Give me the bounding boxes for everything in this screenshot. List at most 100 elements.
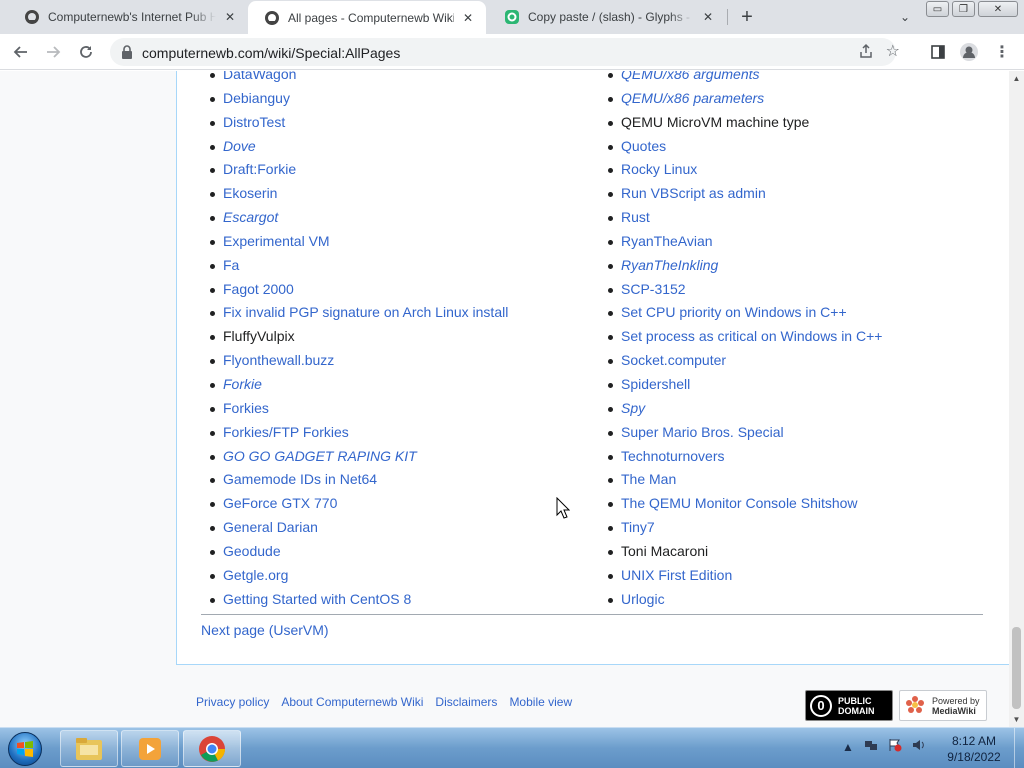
page-link[interactable]: Super Mario Bros. Special: [621, 424, 784, 440]
new-tab-button[interactable]: +: [736, 6, 758, 28]
reload-button[interactable]: [73, 40, 99, 64]
page-link[interactable]: Forkies: [223, 400, 269, 416]
page-link[interactable]: GeForce GTX 770: [223, 495, 337, 511]
page-link[interactable]: Draft:Forkie: [223, 161, 296, 177]
page-link[interactable]: Technoturnovers: [621, 448, 725, 464]
share-icon[interactable]: [858, 43, 874, 62]
forward-button[interactable]: [40, 40, 66, 64]
page-link[interactable]: Socket.computer: [621, 352, 726, 368]
page-link[interactable]: Spidershell: [621, 376, 690, 392]
page-link[interactable]: DataWagon: [223, 71, 296, 82]
action-center-flag-icon[interactable]: [888, 738, 902, 755]
page-link[interactable]: Experimental VM: [223, 233, 330, 249]
page-link[interactable]: Rust: [621, 209, 650, 225]
page-link[interactable]: SCP-3152: [621, 281, 686, 297]
chrome-menu-icon[interactable]: ⋮: [990, 40, 1014, 64]
page-link[interactable]: Urlogic: [621, 591, 665, 607]
page-link[interactable]: Forkie: [223, 376, 262, 392]
tab-title: Computernewb's Internet Pub Hu: [48, 10, 216, 24]
bookmark-star-icon[interactable]: ☆: [886, 41, 900, 61]
profile-avatar-icon[interactable]: [957, 40, 981, 64]
restore-button[interactable]: ❐: [952, 1, 975, 17]
page-link[interactable]: The QEMU Monitor Console Shitshow: [621, 495, 858, 511]
address-bar[interactable]: computernewb.com/wiki/Special:AllPages ☆: [110, 38, 900, 66]
side-panel-icon[interactable]: [926, 40, 950, 64]
page-link[interactable]: Spy: [621, 400, 645, 416]
footer-about-link[interactable]: About Computernewb Wiki: [281, 695, 423, 709]
scrollbar-thumb[interactable]: [1012, 627, 1021, 709]
page-link[interactable]: Forkies/FTP Forkies: [223, 424, 349, 440]
next-page-link[interactable]: Next page (UserVM): [201, 622, 329, 638]
list-item: Fa: [201, 256, 508, 280]
page-link[interactable]: Geodude: [223, 543, 281, 559]
public-domain-badge[interactable]: 0 PUBLIC DOMAIN: [805, 690, 893, 721]
tab-search-chevron-icon[interactable]: ⌄: [896, 8, 914, 26]
powered-by-mediawiki-badge[interactable]: Powered by MediaWiki: [899, 690, 987, 721]
show-desktop-button[interactable]: [1014, 728, 1024, 768]
list-item: QEMU MicroVM machine type: [599, 113, 882, 137]
minimize-button[interactable]: ▭: [926, 1, 949, 17]
taskbar-chrome[interactable]: [183, 730, 241, 767]
tab-all-pages[interactable]: All pages - Computernewb Wiki ✕: [248, 1, 486, 34]
page-link[interactable]: Toni Macaroni: [621, 543, 708, 559]
page-link[interactable]: Fix invalid PGP signature on Arch Linux …: [223, 304, 508, 320]
page-link[interactable]: The Man: [621, 471, 676, 487]
start-button[interactable]: [4, 730, 46, 768]
list-item: The QEMU Monitor Console Shitshow: [599, 494, 882, 518]
footer-disclaimers-link[interactable]: Disclaimers: [435, 695, 497, 709]
page-link[interactable]: General Darian: [223, 519, 318, 535]
footer-privacy-link[interactable]: Privacy policy: [196, 695, 269, 709]
back-button[interactable]: [8, 40, 34, 64]
page-link[interactable]: Run VBScript as admin: [621, 185, 766, 201]
page-link[interactable]: RyanTheAvian: [621, 233, 713, 249]
scroll-down-arrow-icon[interactable]: ▼: [1009, 712, 1024, 727]
list-item: Getgle.org: [201, 566, 508, 590]
page-link[interactable]: Tiny7: [621, 519, 655, 535]
volume-speaker-icon[interactable]: [912, 738, 926, 755]
show-hidden-icons-chevron-icon[interactable]: ▲: [842, 740, 854, 754]
tab-glyphs[interactable]: Copy paste / (slash) - Glyphs - G ✕: [488, 0, 726, 34]
page-link[interactable]: UNIX First Edition: [621, 567, 732, 583]
page-link[interactable]: Escargot: [223, 209, 278, 225]
close-tab-icon[interactable]: ✕: [700, 9, 716, 25]
list-item: Super Mario Bros. Special: [599, 423, 882, 447]
page-link[interactable]: Fagot 2000: [223, 281, 294, 297]
close-tab-icon[interactable]: ✕: [460, 10, 476, 26]
taskbar-clock[interactable]: 8:12 AM 9/18/2022: [936, 733, 1012, 765]
close-tab-icon[interactable]: ✕: [222, 9, 238, 25]
page-link[interactable]: DistroTest: [223, 114, 285, 130]
tab-computernewb-pub[interactable]: Computernewb's Internet Pub Hu ✕: [8, 0, 248, 34]
list-item: Fix invalid PGP signature on Arch Linux …: [201, 303, 508, 327]
page-link[interactable]: QEMU/x86 parameters: [621, 90, 764, 106]
list-item: DataWagon: [201, 71, 508, 89]
page-link[interactable]: FluffyVulpix: [223, 328, 295, 344]
wiki-favicon-icon: [24, 9, 40, 25]
vertical-scrollbar[interactable]: ▲ ▼: [1009, 71, 1024, 727]
page-link[interactable]: Debianguy: [223, 90, 290, 106]
footer-mobile-view-link[interactable]: Mobile view: [509, 695, 572, 709]
page-link[interactable]: Getting Started with CentOS 8: [223, 591, 411, 607]
page-link[interactable]: QEMU/x86 arguments: [621, 71, 760, 82]
page-link[interactable]: Rocky Linux: [621, 161, 697, 177]
page-link[interactable]: Fa: [223, 257, 239, 273]
page-link[interactable]: Ekoserin: [223, 185, 277, 201]
taskbar-explorer[interactable]: [60, 730, 118, 767]
list-item: Forkie: [201, 375, 508, 399]
media-player-icon: [139, 737, 161, 760]
page-link[interactable]: Set process as critical on Windows in C+…: [621, 328, 882, 344]
network-icon[interactable]: [864, 738, 878, 755]
page-link[interactable]: Set CPU priority on Windows in C++: [621, 304, 847, 320]
taskbar-media-player[interactable]: [121, 730, 179, 767]
page-link[interactable]: Dove: [223, 138, 256, 154]
page-link[interactable]: GO GO GADGET RAPING KIT: [223, 448, 417, 464]
page-link[interactable]: Gamemode IDs in Net64: [223, 471, 377, 487]
tab-separator: [727, 9, 728, 25]
windows-taskbar: ▲ 8:12 AM 9/18/2022: [0, 727, 1024, 768]
page-link[interactable]: Flyonthewall.buzz: [223, 352, 334, 368]
page-link[interactable]: Getgle.org: [223, 567, 288, 583]
close-window-button[interactable]: ✕: [978, 1, 1018, 17]
scroll-up-arrow-icon[interactable]: ▲: [1009, 71, 1024, 86]
page-link[interactable]: QEMU MicroVM machine type: [621, 114, 809, 130]
page-link[interactable]: Quotes: [621, 138, 666, 154]
page-link[interactable]: RyanTheInkling: [621, 257, 718, 273]
